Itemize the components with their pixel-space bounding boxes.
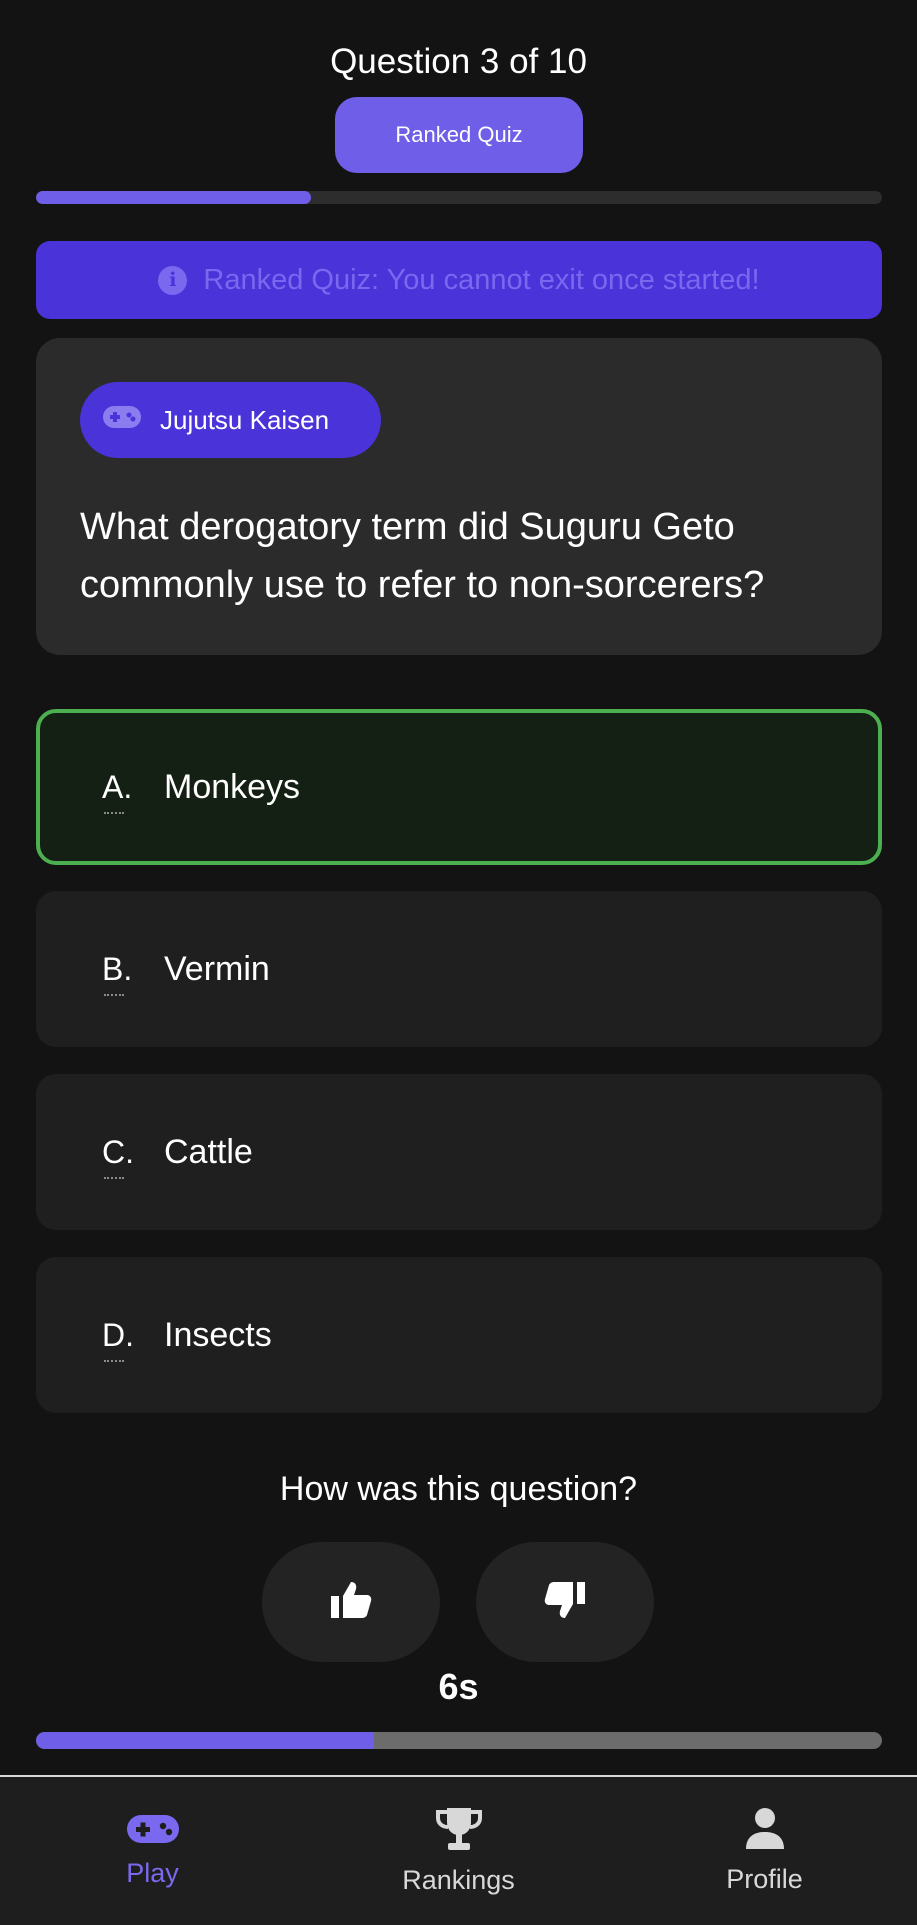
thumbs-up-icon — [329, 1580, 373, 1625]
answer-letter: C. — [102, 1134, 164, 1179]
bottom-nav: Play Rankings Profile — [0, 1775, 917, 1925]
nav-play[interactable]: Play — [0, 1777, 305, 1925]
gamepad-icon — [126, 1813, 180, 1850]
answer-text: Monkeys — [164, 767, 301, 806]
timer-bar-fill — [36, 1732, 375, 1749]
answer-letter: A. — [102, 769, 164, 814]
timer-countdown: 6s — [438, 1666, 479, 1707]
thumbs-up-button[interactable] — [262, 1542, 440, 1662]
ranked-warning-banner: i Ranked Quiz: You cannot exit once star… — [36, 241, 882, 319]
answer-letter: B. — [102, 951, 164, 996]
thumbs-down-icon — [543, 1580, 587, 1625]
answer-letter: D. — [102, 1317, 164, 1362]
question-counter: Question 3 of 10 — [330, 42, 587, 81]
nav-profile[interactable]: Profile — [612, 1777, 917, 1925]
quiz-progress-bar — [36, 191, 882, 204]
quiz-screen: Question 3 of 10 Ranked Quiz i Ranked Qu… — [0, 0, 917, 1925]
nav-rankings-label: Rankings — [402, 1865, 515, 1895]
answer-option-c[interactable]: C. Cattle — [36, 1074, 882, 1230]
info-icon: i — [158, 265, 188, 295]
answer-text: Insects — [164, 1315, 272, 1354]
question-card: Jujutsu Kaisen What derogatory term did … — [36, 338, 882, 655]
ranked-warning-text: Ranked Quiz: You cannot exit once starte… — [203, 263, 760, 296]
answer-option-b[interactable]: B. Vermin — [36, 891, 882, 1047]
category-chip: Jujutsu Kaisen — [80, 382, 381, 458]
gamepad-icon — [102, 404, 142, 437]
answer-text: Cattle — [164, 1132, 253, 1171]
question-text: What derogatory term did Suguru Geto com… — [80, 506, 765, 606]
answer-option-a[interactable]: A. Monkeys — [36, 709, 882, 865]
answer-text: Vermin — [164, 949, 270, 988]
timer-bar — [36, 1732, 882, 1749]
nav-play-label: Play — [126, 1858, 179, 1888]
nav-rankings[interactable]: Rankings — [306, 1777, 611, 1925]
person-icon — [744, 1807, 786, 1856]
answer-option-d[interactable]: D. Insects — [36, 1257, 882, 1413]
ranked-quiz-badge: Ranked Quiz — [335, 97, 583, 173]
category-label: Jujutsu Kaisen — [160, 404, 330, 435]
feedback-prompt: How was this question? — [279, 1470, 638, 1508]
trophy-icon — [434, 1806, 484, 1857]
nav-profile-label: Profile — [726, 1864, 803, 1894]
quiz-progress-fill — [36, 191, 311, 204]
thumbs-down-button[interactable] — [476, 1542, 654, 1662]
